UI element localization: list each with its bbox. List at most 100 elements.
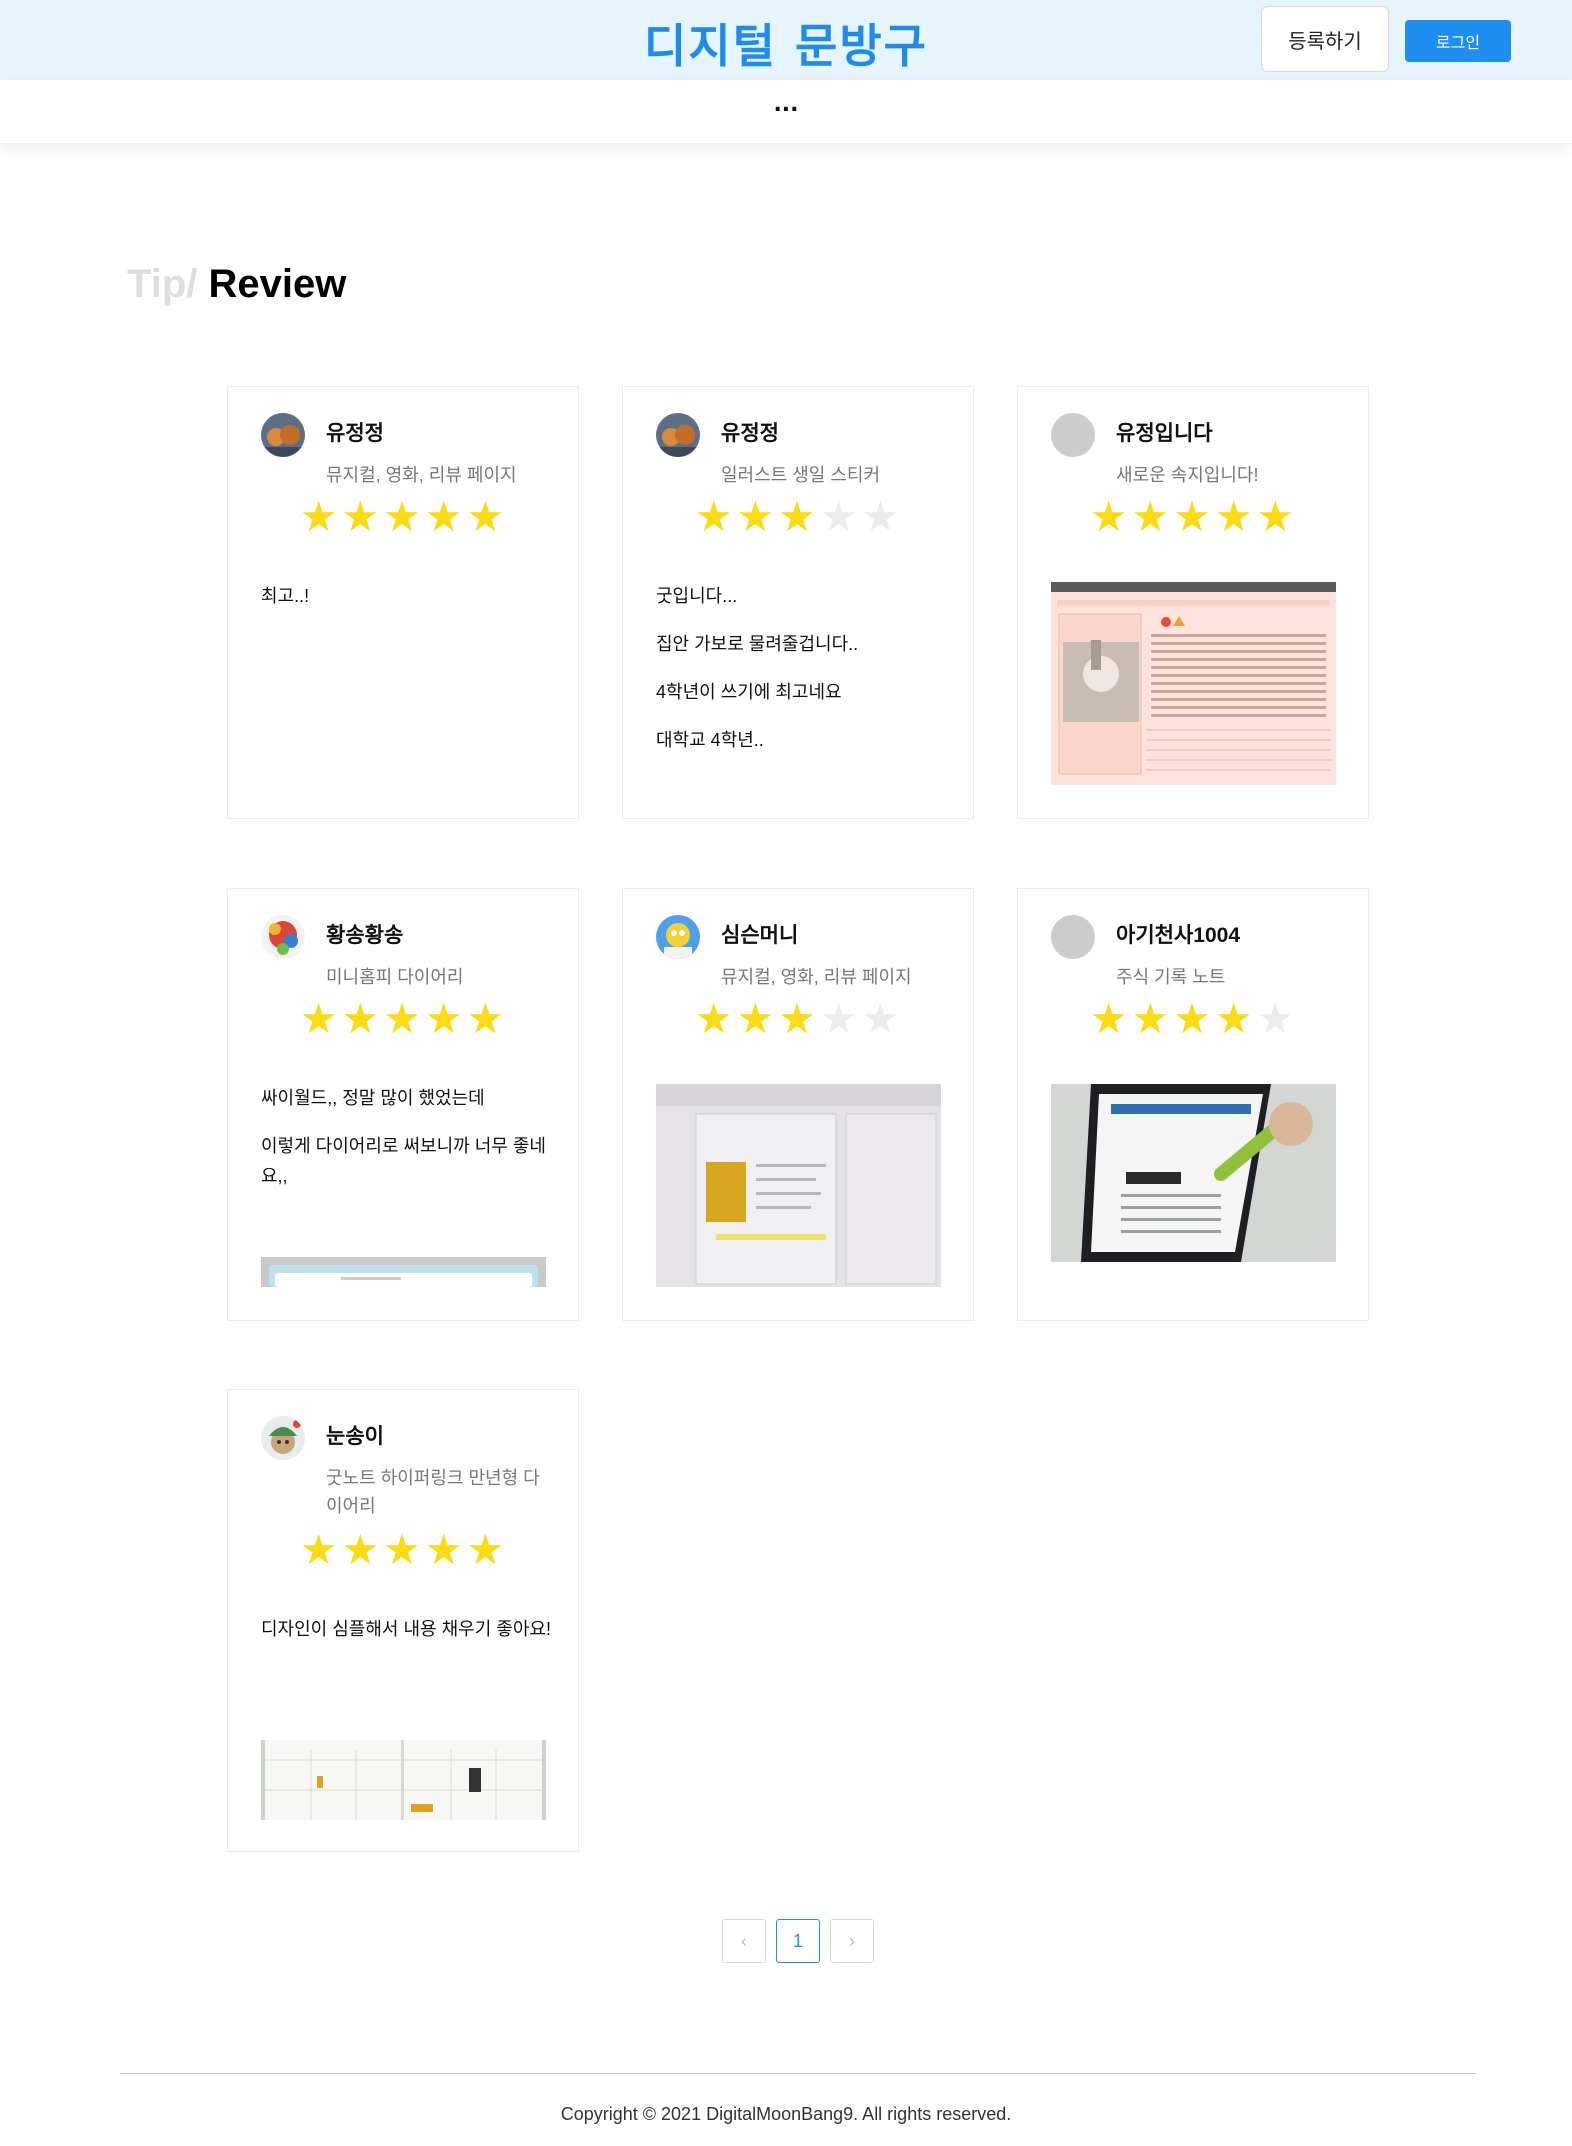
star-icon: ★ [1089,994,1132,1043]
page-1-button[interactable]: 1 [776,1919,820,1963]
page-title: Tip/ Review [127,262,346,307]
review-card[interactable]: 유정정 일러스트 생일 스티커 ★★★★★ 굿입니다... 집안 가보로 물려줄… [622,386,974,819]
avatar [261,413,305,457]
star-icon: ★ [383,492,425,541]
review-image[interactable] [1051,582,1336,785]
star-icon: ★ [1089,492,1132,541]
star-rating: ★★★★★ [1018,495,1370,539]
star-rating: ★★★★★ [1018,997,1370,1041]
top-header: 디지털 문방구 등록하기 로그인 [0,0,1572,80]
star-rating: ★★★★★ [623,495,975,539]
review-line: 최고..! [261,586,310,606]
star-rating: ★★★★★ [228,1528,580,1572]
reviewer-name: 눈송이 [326,1425,384,1448]
review-line: 굿입니다... [656,586,738,606]
star-icon: ★ [424,1525,467,1574]
breadcrumb-separator: / [186,262,198,306]
star-icon: ★ [341,1525,384,1574]
star-icon: ★ [1214,492,1257,541]
star-icon: ★ [1131,492,1174,541]
reviewer-name: 심슨머니 [721,924,799,947]
breadcrumb-tip[interactable]: Tip [127,262,186,306]
login-button[interactable]: 로그인 [1405,20,1511,62]
review-line: 싸이월드,, 정말 많이 했었는데 [261,1088,485,1108]
product-name[interactable]: 굿노트 하이퍼링크 만년형 다이어리 [326,1464,556,1520]
star-icon: ★ [424,492,467,541]
review-line: 이렇게 다이어리로 써보니까 너무 좋네요,, [261,1136,546,1186]
star-icon: ★ [861,492,904,541]
reviewer-name: 아기천사1004 [1116,924,1240,947]
star-icon: ★ [861,994,904,1043]
star-icon: ★ [299,994,342,1043]
review-card[interactable]: 황송황송 미니홈피 다이어리 ★★★★★ 싸이월드,, 정말 많이 했었는데 이… [227,888,579,1321]
star-icon: ★ [1256,994,1299,1043]
product-name[interactable]: 뮤지컬, 영화, 리뷰 페이지 [326,461,556,489]
avatar [261,915,305,959]
review-text: 디자인이 심플해서 내용 채우기 좋아요! [261,1614,551,1662]
review-line: 집안 가보로 물려줄겁니다.. [656,634,859,654]
star-icon: ★ [299,1525,342,1574]
more-menu[interactable]: ... [0,92,1572,117]
star-icon: ★ [1256,492,1299,541]
review-text: 최고..! [261,581,551,629]
sub-navigation: ... [0,80,1572,144]
star-icon: ★ [1214,994,1257,1043]
review-card[interactable]: 눈송이 굿노트 하이퍼링크 만년형 다이어리 ★★★★★ 디자인이 심플해서 내… [227,1389,579,1852]
star-icon: ★ [341,492,384,541]
review-image[interactable] [261,1740,546,1820]
prev-page-button[interactable]: ‹ [722,1919,766,1963]
star-icon: ★ [466,1525,509,1574]
product-name[interactable]: 뮤지컬, 영화, 리뷰 페이지 [721,963,951,991]
star-icon: ★ [819,492,862,541]
star-icon: ★ [736,492,779,541]
next-page-button[interactable]: › [830,1919,874,1963]
star-icon: ★ [299,492,342,541]
avatar [656,915,700,959]
reviewer-name: 황송황송 [326,924,404,947]
product-name[interactable]: 주식 기록 노트 [1116,963,1346,991]
star-icon: ★ [466,994,509,1043]
star-icon: ★ [694,492,737,541]
product-name[interactable]: 일러스트 생일 스티커 [721,461,951,489]
review-card[interactable]: 유정정 뮤지컬, 영화, 리뷰 페이지 ★★★★★ 최고..! [227,386,579,819]
star-icon: ★ [341,994,384,1043]
star-icon: ★ [1173,994,1215,1043]
breadcrumb-review: Review [208,262,347,306]
copyright-text: Copyright © 2021 DigitalMoonBang9. All r… [560,2104,1012,2124]
review-image[interactable] [656,1084,941,1287]
review-text: 굿입니다... 집안 가보로 물려줄겁니다.. 4학년이 쓰기에 최고네요 대학… [656,581,946,773]
star-icon: ★ [383,994,425,1043]
avatar [261,1416,305,1460]
star-rating: ★★★★★ [228,997,580,1041]
star-icon: ★ [383,1525,425,1574]
review-card[interactable]: 심슨머니 뮤지컬, 영화, 리뷰 페이지 ★★★★★ [622,888,974,1321]
star-icon: ★ [778,492,820,541]
star-icon: ★ [694,994,737,1043]
reviewer-name: 유정정 [721,422,779,445]
star-icon: ★ [819,994,862,1043]
star-icon: ★ [466,492,509,541]
review-line: 디자인이 심플해서 내용 채우기 좋아요! [261,1619,551,1639]
star-icon: ★ [736,994,779,1043]
avatar [656,413,700,457]
footer-divider [120,2073,1476,2074]
avatar [1051,413,1095,457]
review-line: 대학교 4학년.. [656,730,764,750]
star-icon: ★ [1131,994,1174,1043]
product-name[interactable]: 미니홈피 다이어리 [326,963,556,991]
review-line: 4학년이 쓰기에 최고네요 [656,682,842,702]
review-card[interactable]: 아기천사1004 주식 기록 노트 ★★★★★ [1017,888,1369,1321]
star-rating: ★★★★★ [228,495,580,539]
product-name[interactable]: 새로운 속지입니다! [1116,461,1346,489]
reviewer-name: 유정정 [326,422,384,445]
star-rating: ★★★★★ [623,997,975,1041]
review-image[interactable] [1051,1084,1336,1262]
reviewer-name: 유정입니다 [1116,422,1213,445]
review-text: 싸이월드,, 정말 많이 했었는데 이렇게 다이어리로 써보니까 너무 좋네요,… [261,1083,551,1209]
register-button[interactable]: 등록하기 [1261,6,1389,72]
avatar [1051,915,1095,959]
review-image[interactable] [261,1257,546,1287]
review-card[interactable]: 유정입니다 새로운 속지입니다! ★★★★★ [1017,386,1369,819]
star-icon: ★ [1173,492,1215,541]
star-icon: ★ [778,994,820,1043]
